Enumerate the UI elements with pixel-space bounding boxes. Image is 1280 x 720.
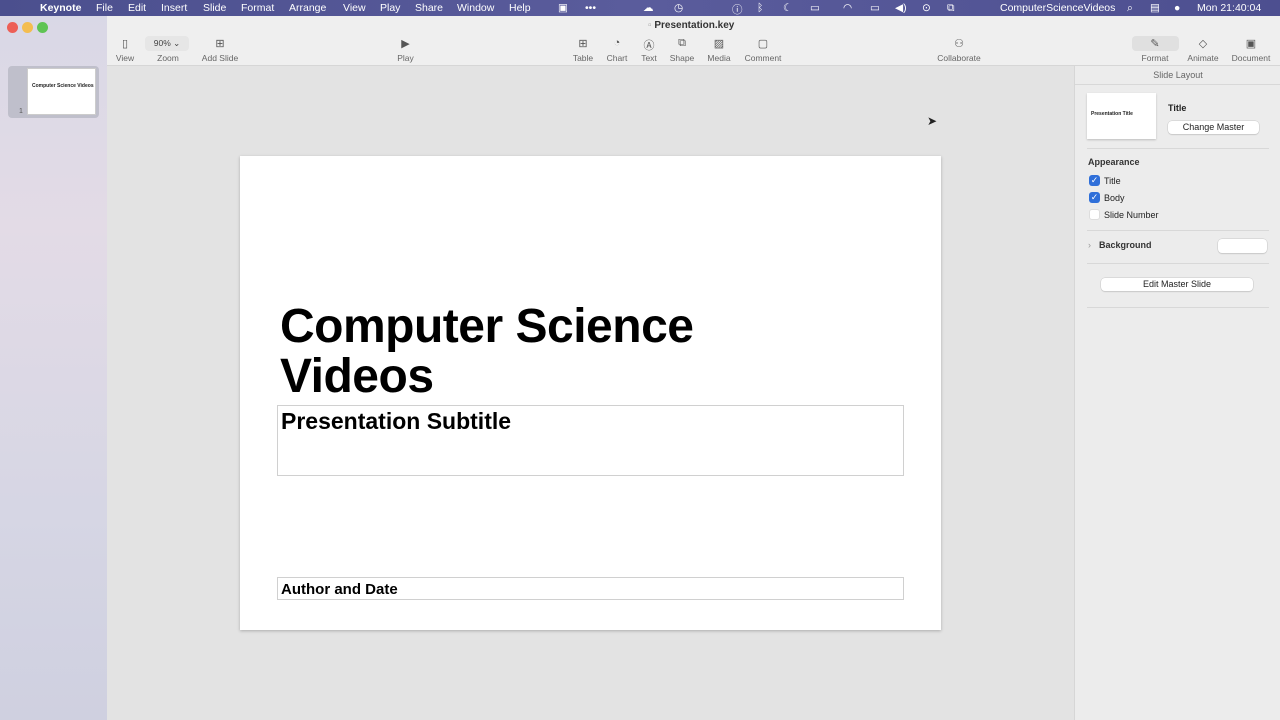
- comment-icon: ▢: [757, 38, 769, 50]
- more-icon[interactable]: •••: [585, 2, 596, 14]
- bluetooth-icon[interactable]: ᛒ: [757, 2, 763, 14]
- edit-master-slide-button[interactable]: Edit Master Slide: [1101, 278, 1253, 291]
- zoom-select[interactable]: 90% ⌄: [145, 36, 189, 51]
- background-label[interactable]: Background: [1099, 240, 1152, 250]
- table-icon: ⊞: [578, 38, 588, 50]
- layout-thumbnail[interactable]: Presentation Title: [1087, 93, 1156, 139]
- volume-icon[interactable]: ◀): [895, 2, 907, 14]
- menu-app[interactable]: Keynote: [40, 2, 81, 14]
- document-button[interactable]: ▣ Document: [1230, 37, 1272, 63]
- subtitle-box[interactable]: Presentation Subtitle: [277, 405, 904, 476]
- menu-slide[interactable]: Slide: [203, 2, 226, 14]
- body-checkbox-label: Body: [1104, 193, 1125, 203]
- slide-number-checkbox[interactable]: [1089, 209, 1100, 220]
- menu-file[interactable]: File: [96, 2, 113, 14]
- slide-subtitle[interactable]: Presentation Subtitle: [278, 406, 903, 435]
- slide-canvas[interactable]: Computer Science Videos Presentation Subt…: [240, 156, 941, 630]
- shape-icon: ⧉: [678, 37, 686, 49]
- zoom-window-button[interactable]: [37, 22, 48, 33]
- background-color-well[interactable]: [1218, 239, 1267, 253]
- layout-name: Title: [1168, 103, 1187, 113]
- plus-square-icon: ⊞: [215, 38, 225, 50]
- shape-button[interactable]: ⧉ Shape: [668, 37, 696, 63]
- play-icon: ▶: [401, 38, 410, 50]
- wifi-icon[interactable]: ◠: [843, 2, 852, 14]
- animate-button[interactable]: ◇ Animate: [1185, 37, 1221, 63]
- add-slide-button[interactable]: ⊞ Add Slide: [197, 37, 243, 63]
- inspector-header: Slide Layout: [1153, 70, 1203, 80]
- window-icon[interactable]: ⧉: [947, 2, 955, 15]
- collaborate-icon: ⚇: [954, 38, 964, 50]
- siri-icon[interactable]: ●: [1174, 2, 1180, 14]
- cloud-icon[interactable]: ☁: [643, 2, 654, 14]
- title-checkbox-label: Title: [1104, 176, 1121, 186]
- inspector-panel: Slide Layout Presentation Title Title Ch…: [1074, 66, 1280, 720]
- media-button[interactable]: ▨ Media: [704, 37, 734, 63]
- info-icon[interactable]: ⓘ: [732, 2, 743, 17]
- diamond-icon: ◇: [1198, 38, 1208, 50]
- moon-icon[interactable]: ☾: [783, 2, 792, 14]
- thumb-title: Computer Science Videos: [32, 83, 94, 89]
- chart-button[interactable]: ◔ Chart: [604, 37, 630, 63]
- change-master-button[interactable]: Change Master: [1168, 121, 1259, 134]
- menu-arrange[interactable]: Arrange: [289, 2, 326, 14]
- menu-view[interactable]: View: [343, 2, 366, 14]
- play-circle-icon[interactable]: ⊙: [922, 2, 931, 14]
- mouse-cursor-icon: ➤: [927, 114, 938, 128]
- menu-insert[interactable]: Insert: [161, 2, 187, 14]
- zoom-label: Zoom: [157, 53, 179, 63]
- play-button[interactable]: ▶ Play: [393, 37, 418, 63]
- menu-help[interactable]: Help: [509, 2, 531, 14]
- text-box-icon: Ⓐ: [643, 40, 655, 52]
- time-machine-icon[interactable]: ◷: [674, 2, 683, 14]
- slide-title[interactable]: Computer Science Videos: [280, 302, 694, 402]
- search-icon[interactable]: ⌕: [1127, 2, 1133, 15]
- view-button[interactable]: ▯ View: [115, 37, 135, 63]
- title-checkbox[interactable]: ✓: [1089, 175, 1100, 186]
- document-icon: ▣: [1245, 38, 1257, 50]
- chevron-right-icon[interactable]: ›: [1088, 240, 1091, 250]
- battery-icon[interactable]: ▭: [810, 2, 820, 14]
- menu-user[interactable]: ComputerScienceVideos: [1000, 2, 1115, 14]
- clock[interactable]: Mon 21:40:04: [1197, 2, 1261, 14]
- menu-bar: Keynote File Edit Insert Slide Format Ar…: [0, 0, 1280, 16]
- toolbar: ▫ Presentation.key ▯ View 90% ⌄ Zoom ⊞ Add…: [107, 16, 1280, 66]
- collaborate-button[interactable]: ⚇ Collaborate: [933, 37, 985, 63]
- slide-number: 1: [19, 108, 23, 115]
- appearance-heading: Appearance: [1088, 157, 1140, 167]
- comment-button[interactable]: ▢ Comment: [742, 37, 784, 63]
- menu-edit[interactable]: Edit: [128, 2, 146, 14]
- close-button[interactable]: [7, 22, 18, 33]
- format-button[interactable]: ✎ Format: [1138, 37, 1172, 63]
- chart-icon: ◔: [613, 37, 621, 49]
- document-title: ▫ Presentation.key: [648, 20, 735, 31]
- slide-navigator: [0, 16, 107, 720]
- body-checkbox[interactable]: ✓: [1089, 192, 1100, 203]
- display-icon[interactable]: ▭: [870, 2, 880, 14]
- author-box[interactable]: Author and Date: [277, 577, 904, 600]
- text-button[interactable]: Ⓐ Text: [638, 37, 660, 63]
- minimize-button[interactable]: [22, 22, 33, 33]
- control-center-icon[interactable]: ▤: [1150, 2, 1160, 14]
- slide-author[interactable]: Author and Date: [278, 578, 903, 598]
- slide-number-checkbox-label: Slide Number: [1104, 210, 1159, 220]
- menu-share[interactable]: Share: [415, 2, 443, 14]
- menu-window[interactable]: Window: [457, 2, 494, 14]
- slide-thumbnail[interactable]: Computer Science Videos: [27, 68, 96, 115]
- paintbrush-icon: ✎: [1150, 38, 1160, 50]
- media-icon: ▨: [713, 38, 725, 50]
- menu-format[interactable]: Format: [241, 2, 274, 14]
- table-button[interactable]: ⊞ Table: [570, 37, 596, 63]
- sidebar-icon: ▯: [121, 38, 129, 50]
- menu-play[interactable]: Play: [380, 2, 400, 14]
- screen-record-icon[interactable]: ▣: [558, 2, 568, 14]
